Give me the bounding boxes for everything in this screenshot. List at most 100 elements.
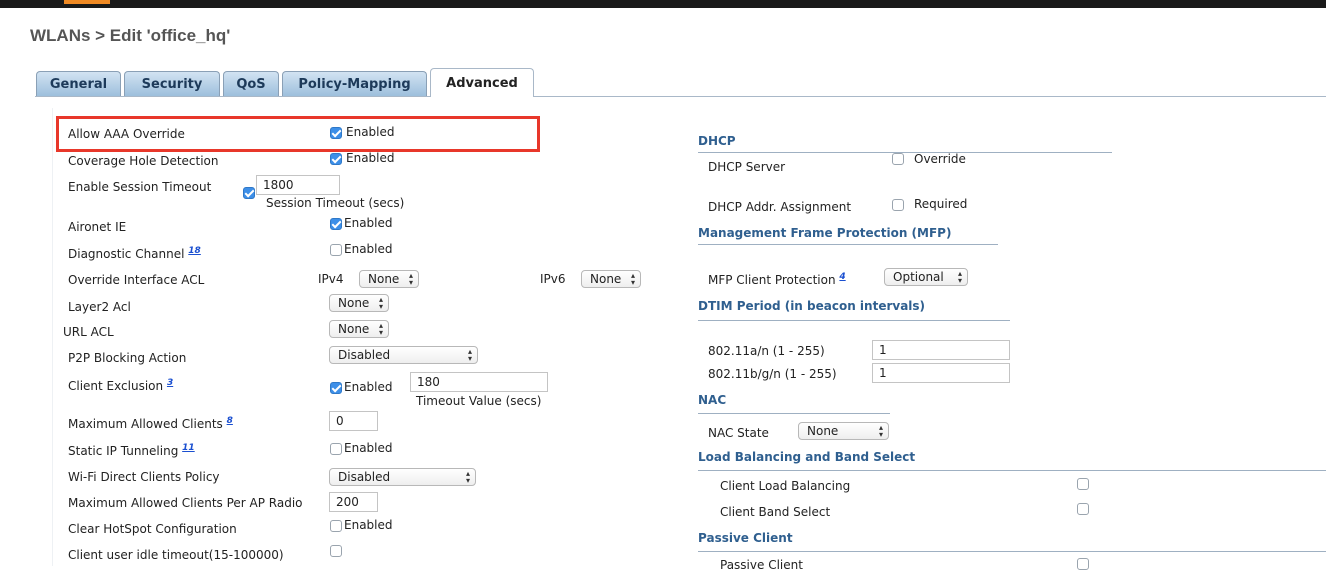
- top-bar: [0, 0, 1326, 8]
- select-arrows-icon: ▴ ▾: [378, 321, 383, 337]
- passive-client-section-title: Passive Client: [698, 531, 793, 545]
- static-ip-tunneling-label: Static IP Tunneling 11: [68, 443, 195, 458]
- dhcp-addr-text: Required: [914, 197, 968, 211]
- session-timeout-caption: Session Timeout (secs): [266, 196, 405, 210]
- mfp-client-protection-select[interactable]: Optional ▴ ▾: [884, 268, 968, 286]
- nac-state-value: None: [807, 424, 839, 438]
- nac-section-title: NAC: [698, 393, 727, 407]
- dhcp-addr-checkbox[interactable]: [892, 199, 904, 211]
- mfp-section-title: Management Frame Protection (MFP): [698, 226, 952, 240]
- select-arrows-icon: ▴ ▾: [465, 469, 470, 485]
- client-band-select-checkbox[interactable]: [1077, 503, 1089, 515]
- footnote-link[interactable]: 11: [182, 443, 195, 453]
- client-band-select-label: Client Band Select: [720, 505, 831, 519]
- top-bar-accent: [64, 0, 110, 4]
- coverage-hole-label: Coverage Hole Detection: [68, 154, 219, 168]
- section-divider: [698, 470, 1326, 471]
- layer2-acl-value: None: [338, 296, 370, 310]
- coverage-hole-checkbox[interactable]: [330, 153, 342, 165]
- aironet-ie-checkbox[interactable]: [330, 218, 342, 230]
- client-exclusion-label: Client Exclusion 3: [68, 378, 174, 393]
- tab-security[interactable]: Security: [124, 71, 220, 96]
- select-arrows-icon: ▴ ▾: [957, 269, 962, 285]
- layer2-acl-select[interactable]: None ▴ ▾: [329, 294, 389, 312]
- footnote-link[interactable]: 3: [167, 378, 173, 388]
- highlight-box: [56, 116, 540, 152]
- p2p-blocking-value: Disabled: [338, 348, 391, 362]
- dhcp-section-title: DHCP: [698, 134, 736, 148]
- client-exclusion-checkbox[interactable]: [330, 382, 342, 394]
- footnote-link[interactable]: 18: [188, 246, 201, 256]
- max-clients-per-radio-input[interactable]: [329, 492, 378, 512]
- wifi-direct-label: Wi-Fi Direct Clients Policy: [68, 470, 220, 484]
- dhcp-server-label: DHCP Server: [708, 160, 786, 174]
- client-exclusion-timeout-input[interactable]: [410, 372, 548, 392]
- clear-hotspot-text: Enabled: [344, 518, 393, 532]
- url-acl-select[interactable]: None ▴ ▾: [329, 320, 389, 338]
- client-exclusion-caption: Timeout Value (secs): [416, 394, 542, 408]
- max-clients-input[interactable]: [329, 411, 378, 431]
- url-acl-value: None: [338, 322, 370, 336]
- select-arrows-icon: ▴ ▾: [630, 271, 635, 287]
- tab-policy-mapping[interactable]: Policy-Mapping: [282, 71, 427, 96]
- layer2-acl-label: Layer2 Acl: [68, 300, 131, 314]
- ipv4-label: IPv4: [318, 272, 344, 286]
- section-divider: [698, 551, 1326, 552]
- section-divider: [698, 152, 1112, 153]
- dhcp-server-text: Override: [914, 152, 966, 166]
- idle-timeout-label: Client user idle timeout(15-100000): [68, 548, 284, 562]
- select-arrows-icon: ▴ ▾: [878, 423, 883, 439]
- footnote-link[interactable]: 8: [227, 416, 233, 426]
- clear-hotspot-label: Clear HotSpot Configuration: [68, 522, 237, 536]
- wifi-direct-value: Disabled: [338, 470, 391, 484]
- session-timeout-checkbox[interactable]: [243, 187, 255, 199]
- session-timeout-label: Enable Session Timeout: [68, 180, 212, 194]
- ipv6-acl-value: None: [590, 272, 622, 286]
- override-acl-label: Override Interface ACL: [68, 273, 205, 287]
- nac-state-select[interactable]: None ▴ ▾: [798, 422, 889, 440]
- ipv6-label: IPv6: [540, 272, 566, 286]
- tab-general[interactable]: General: [36, 71, 121, 96]
- section-divider: [698, 244, 998, 245]
- client-load-balancing-checkbox[interactable]: [1077, 478, 1089, 490]
- dtim-an-input[interactable]: [872, 340, 1010, 360]
- wifi-direct-select[interactable]: Disabled ▴ ▾: [329, 468, 476, 486]
- section-divider: [698, 413, 890, 414]
- max-clients-per-radio-label: Maximum Allowed Clients Per AP Radio: [68, 496, 303, 510]
- passive-client-label: Passive Client: [720, 558, 803, 572]
- page-title: WLANs > Edit 'office_hq': [30, 26, 231, 45]
- ipv4-acl-value: None: [368, 272, 400, 286]
- url-acl-label: URL ACL: [63, 325, 114, 339]
- tab-qos[interactable]: QoS: [223, 71, 279, 96]
- p2p-blocking-select[interactable]: Disabled ▴ ▾: [329, 346, 478, 364]
- mfp-client-protection-value: Optional: [893, 270, 944, 284]
- p2p-blocking-label: P2P Blocking Action: [68, 351, 187, 365]
- aironet-ie-label: Aironet IE: [68, 220, 127, 234]
- footnote-link[interactable]: 4: [839, 272, 845, 282]
- diagnostic-channel-label: Diagnostic Channel 18: [68, 246, 201, 261]
- tab-advanced[interactable]: Advanced: [430, 68, 534, 97]
- static-ip-tunneling-text: Enabled: [344, 441, 393, 455]
- dhcp-server-checkbox[interactable]: [892, 153, 904, 165]
- dtim-bgn-label: 802.11b/g/n (1 - 255): [708, 367, 837, 381]
- diagnostic-channel-text: Enabled: [344, 242, 393, 256]
- idle-timeout-checkbox[interactable]: [330, 545, 342, 557]
- client-exclusion-text: Enabled: [344, 380, 393, 394]
- diagnostic-channel-checkbox[interactable]: [330, 244, 342, 256]
- select-arrows-icon: ▴ ▾: [467, 347, 472, 363]
- nac-state-label: NAC State: [708, 426, 769, 440]
- dtim-bgn-input[interactable]: [872, 363, 1010, 383]
- ipv4-acl-select[interactable]: None ▴ ▾: [359, 270, 419, 288]
- aironet-ie-text: Enabled: [344, 216, 393, 230]
- dtim-section-title: DTIM Period (in beacon intervals): [698, 299, 926, 313]
- max-clients-label: Maximum Allowed Clients 8: [68, 416, 233, 431]
- select-arrows-icon: ▴ ▾: [408, 271, 413, 287]
- dtim-an-label: 802.11a/n (1 - 255): [708, 344, 825, 358]
- static-ip-tunneling-checkbox[interactable]: [330, 443, 342, 455]
- session-timeout-input[interactable]: [256, 175, 340, 195]
- clear-hotspot-checkbox[interactable]: [330, 520, 342, 532]
- dhcp-addr-label: DHCP Addr. Assignment: [708, 200, 852, 214]
- passive-client-checkbox[interactable]: [1077, 558, 1089, 570]
- client-load-balancing-label: Client Load Balancing: [720, 479, 851, 493]
- ipv6-acl-select[interactable]: None ▴ ▾: [581, 270, 641, 288]
